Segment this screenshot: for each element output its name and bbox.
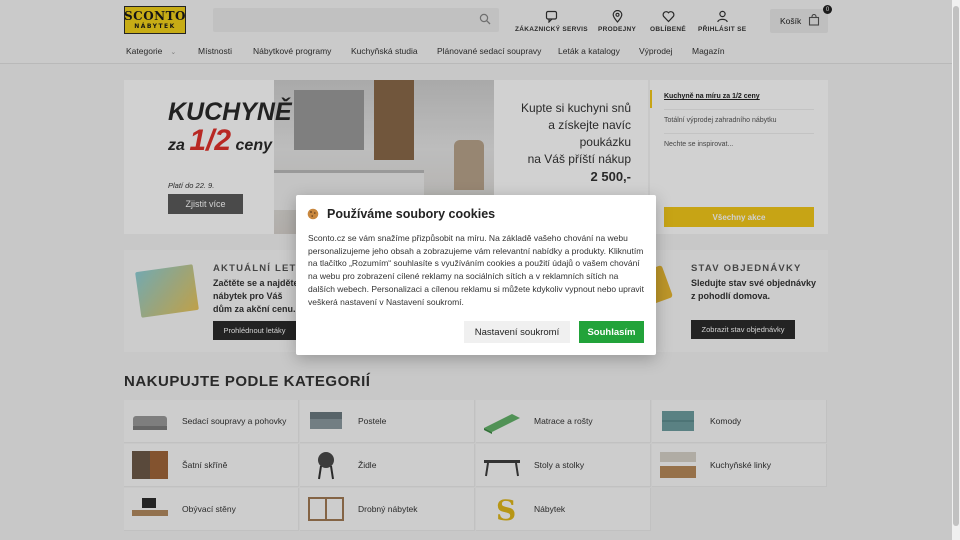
- cookie-dialog-title: Používáme soubory cookies: [327, 207, 496, 221]
- cookie-dialog-text: Sconto.cz se vám snažíme přizpůsobit na …: [308, 233, 644, 307]
- accept-cookies-button[interactable]: Souhlasím: [579, 321, 644, 343]
- scrollbar-thumb[interactable]: [953, 6, 959, 526]
- cookie-consent-dialog: Používáme soubory cookies Sconto.cz se v…: [296, 195, 656, 355]
- privacy-settings-button[interactable]: Nastavení soukromí: [464, 321, 570, 343]
- cookie-icon: [307, 208, 319, 220]
- cookie-dialog-title-row: Používáme soubory cookies: [307, 207, 495, 221]
